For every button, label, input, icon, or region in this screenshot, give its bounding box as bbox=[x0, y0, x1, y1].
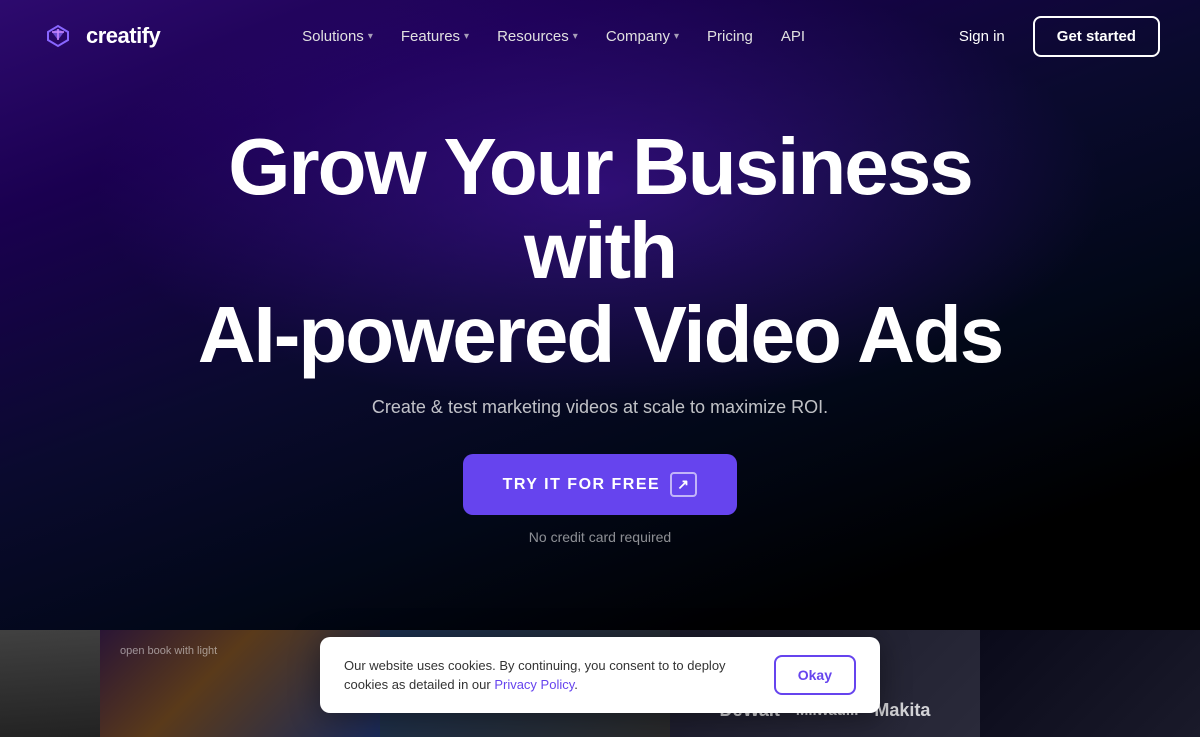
navbar: creatify Solutions ▾ Features ▾ Resource… bbox=[0, 0, 1200, 72]
nav-item-solutions[interactable]: Solutions ▾ bbox=[290, 20, 385, 53]
get-started-button[interactable]: Get started bbox=[1033, 16, 1160, 57]
nav-item-company[interactable]: Company ▾ bbox=[594, 20, 691, 53]
chevron-down-icon: ▾ bbox=[573, 31, 578, 42]
logo-text: creatify bbox=[86, 23, 160, 49]
nav-item-features[interactable]: Features ▾ bbox=[389, 20, 481, 53]
chevron-down-icon: ▾ bbox=[464, 31, 469, 42]
cookie-text: Our website uses cookies. By continuing,… bbox=[344, 656, 734, 695]
privacy-policy-link[interactable]: Privacy Policy bbox=[494, 677, 574, 692]
nav-item-pricing[interactable]: Pricing bbox=[695, 20, 765, 53]
arrow-icon: ↗ bbox=[670, 472, 697, 497]
nav-actions: Sign in Get started bbox=[947, 16, 1160, 57]
thumbnail-5 bbox=[980, 630, 1200, 737]
nav-links: Solutions ▾ Features ▾ Resources ▾ Compa… bbox=[290, 20, 817, 53]
no-card-text: No credit card required bbox=[529, 529, 671, 545]
hero-section: Grow Your Business with AI-powered Video… bbox=[0, 0, 1200, 630]
okay-button[interactable]: Okay bbox=[774, 655, 856, 695]
try-it-free-button[interactable]: TRY IT FOR FREE ↗ bbox=[463, 454, 738, 515]
thumbnail-1 bbox=[0, 630, 100, 737]
creatify-logo-icon bbox=[40, 18, 76, 54]
chevron-down-icon: ▾ bbox=[674, 31, 679, 42]
cookie-banner: Our website uses cookies. By continuing,… bbox=[320, 637, 880, 713]
nav-item-resources[interactable]: Resources ▾ bbox=[485, 20, 590, 53]
hero-subtitle: Create & test marketing videos at scale … bbox=[372, 397, 828, 418]
chevron-down-icon: ▾ bbox=[368, 31, 373, 42]
hero-title: Grow Your Business with AI-powered Video… bbox=[150, 125, 1050, 377]
nav-item-api[interactable]: API bbox=[769, 20, 817, 53]
sign-in-button[interactable]: Sign in bbox=[947, 20, 1017, 53]
logo[interactable]: creatify bbox=[40, 18, 160, 54]
